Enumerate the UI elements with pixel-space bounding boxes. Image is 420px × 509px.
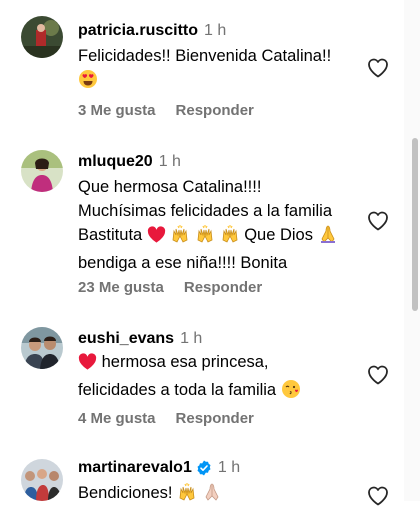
timestamp: 1 h <box>217 459 241 476</box>
comment-2: mluque20 1 h Que hermosa Catalina!!!! Mu… <box>0 140 404 320</box>
comment-3: eushi_evans 1 h hermosa esa princesa, fe… <box>0 320 404 450</box>
timestamp: 1 h <box>158 153 181 170</box>
avatar[interactable] <box>21 150 63 192</box>
like-heart-icon[interactable] <box>366 363 390 385</box>
comment-line: Que Dios <box>244 226 313 244</box>
comment-body: Felicidades!! Bienvenida Catalina!! <box>78 47 332 65</box>
comment-4: martinarevalo1 1 h Bendiciones! <box>0 450 404 506</box>
comment-body: Bendiciones! <box>78 484 173 502</box>
reply-button[interactable]: Responder <box>176 102 254 119</box>
reply-button[interactable]: Responder <box>184 279 262 296</box>
comment-text: Que hermosa Catalina!!!! Muchísimas feli… <box>78 175 360 275</box>
comment-1: patricia.ruscitto 1 h Felicidades!! Bien… <box>0 0 404 140</box>
folded-hands-emoji-icon <box>318 224 338 251</box>
username[interactable]: mluque20 <box>78 153 153 171</box>
like-count[interactable]: 23 Me gusta <box>78 279 164 296</box>
raising-hands-emoji-icon <box>177 482 197 509</box>
red-heart-emoji-icon <box>147 226 166 251</box>
comment-text: Bendiciones! <box>78 481 360 509</box>
username[interactable]: patricia.ruscitto <box>78 22 198 40</box>
like-heart-icon[interactable] <box>366 209 390 231</box>
red-heart-emoji-icon <box>78 353 97 378</box>
comment-text: hermosa esa princesa, felicidades a toda… <box>78 350 360 406</box>
avatar[interactable] <box>21 16 63 58</box>
timestamp: 1 h <box>180 330 203 347</box>
heart-eyes-emoji-icon <box>78 69 98 96</box>
comment-line: hermosa esa princesa, <box>101 353 269 371</box>
like-count[interactable]: 3 Me gusta <box>78 102 156 119</box>
verified-badge-icon <box>197 460 211 476</box>
kiss-face-emoji-icon <box>281 379 301 406</box>
avatar[interactable] <box>21 459 63 501</box>
like-heart-icon[interactable] <box>366 56 390 78</box>
scrollbar-thumb[interactable] <box>412 138 418 311</box>
reply-button[interactable]: Responder <box>176 410 254 427</box>
avatar[interactable] <box>21 327 63 369</box>
comment-line: bendiga a ese niña!!!! Bonita <box>78 254 288 272</box>
comment-line: Muchísimas felicidades a la familia <box>78 202 333 220</box>
like-heart-icon[interactable] <box>366 484 390 506</box>
raising-hands-emoji-icon <box>170 224 190 251</box>
comment-line: Que hermosa Catalina!!!! <box>78 178 262 196</box>
raising-hands-emoji-icon <box>220 224 240 251</box>
comment-line: felicidades a toda la familia <box>78 381 277 399</box>
raising-hands-emoji-icon <box>195 224 215 251</box>
scrollbar[interactable] <box>404 0 420 501</box>
comment-line: Bastituta <box>78 226 143 244</box>
comment-text: Felicidades!! Bienvenida Catalina!! <box>78 44 360 96</box>
username[interactable]: eushi_evans <box>78 330 174 348</box>
timestamp: 1 h <box>204 22 227 39</box>
like-count[interactable]: 4 Me gusta <box>78 410 156 427</box>
folded-hands-emoji-icon <box>202 482 222 509</box>
username[interactable]: martinarevalo1 <box>78 459 192 477</box>
